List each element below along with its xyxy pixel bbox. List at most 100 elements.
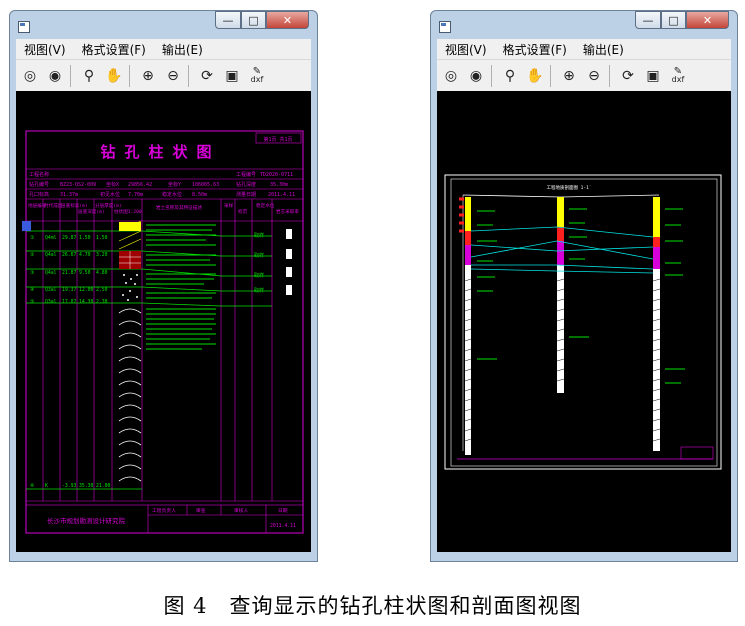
rock-arc [118,344,142,350]
menu-view[interactable]: 视图(V) [445,41,487,58]
column-header: 层底深度(m) [78,208,105,215]
layer-depth: 9.50 [79,270,91,276]
rock-arc [118,356,142,362]
toolbar-separator [70,65,71,87]
layer-id: ③ [30,270,35,276]
footer-label: 日期 [278,508,288,514]
header-cell: 31.37m [60,192,78,198]
app-icon [18,21,30,33]
save-icon[interactable]: ▣ [221,65,243,87]
selection-marker[interactable] [22,221,31,231]
sheet-inner-frame [450,178,718,467]
header-cell: 35.30m [270,182,288,188]
borehole-red [557,227,564,241]
zoom-in-icon[interactable]: ⊕ [137,65,159,87]
regen-icon[interactable]: ⟳ [196,65,218,87]
title-bar[interactable]: — □ ✕ [431,11,737,39]
close-button[interactable]: ✕ [266,11,309,29]
zoom-extents-icon[interactable]: ◎ [440,65,462,87]
menu-format[interactable]: 格式设置(F) [503,41,567,58]
rock-arc [118,332,142,338]
borehole-white [557,265,564,393]
leader-line [141,286,272,292]
export-dxf-icon[interactable]: ✎ dxf [667,65,689,87]
menu-format[interactable]: 格式设置(F) [82,41,146,58]
layer-elev: 26.67 [62,252,77,258]
header-cell: 2011.4.11 [268,192,295,198]
header-cell: 测量日期 [236,191,256,198]
minimize-button[interactable]: — [635,11,661,29]
gravel-dot [129,290,131,292]
layer-id: ⑤ [30,299,35,305]
header-cell: 8.50m [192,192,207,198]
layer-id: ④ [30,287,35,293]
ground-surface [462,194,660,198]
layer-age: K [45,483,48,489]
borehole-yellow [465,197,471,231]
header-cell: 稳定水位 [162,191,182,198]
sheet-frame [444,174,722,470]
layer-elev: 21.87 [62,270,77,276]
zoom-realtime-icon[interactable]: ⚲ [78,65,100,87]
layer-age: Q4al [45,270,57,276]
zoom-out-icon[interactable]: ⊖ [162,65,184,87]
menu-view[interactable]: 视图(V) [24,41,66,58]
sample-label: 取样 [254,287,264,294]
zoom-in-icon[interactable]: ⊕ [558,65,580,87]
gravel-dot [136,296,138,298]
zoom-window-icon[interactable]: ◉ [44,65,66,87]
header-cell: 钻孔深度 [236,181,256,188]
layer-age: Q4al [45,252,57,258]
zoom-window-icon[interactable]: ◉ [465,65,487,87]
borehole-magenta [557,241,564,265]
layer-elev: 29.87 [62,235,77,241]
borehole-log-drawing: 钻 孔 柱 状 图 第1页 共1页 工程名称 工程编号 TD2020-0711 … [22,130,304,534]
layer-id: ② [30,252,35,258]
menu-bar: 视图(V) 格式设置(F) 输出(E) [437,39,731,59]
layer-id: ① [30,235,35,241]
geologic-section-window: — □ ✕ 视图(V) 格式设置(F) 输出(E) ◎ ◉ ⚲ ✋ ⊕ ⊖ ⟳ … [430,10,738,562]
borehole-log-window: — □ ✕ 视图(V) 格式设置(F) 输出(E) ◎ ◉ ⚲ ✋ ⊕ ⊖ ⟳ … [9,10,318,562]
section-title: 工程地质剖面图 1-1′ [546,184,591,191]
toolbar: ◎ ◉ ⚲ ✋ ⊕ ⊖ ⟳ ▣ ✎ dxf [16,59,311,92]
title-block [680,446,714,460]
gravel-dot [134,283,136,285]
borehole-3 [653,197,660,451]
layer-thick: 2.30 [96,299,108,305]
close-button[interactable]: ✕ [686,11,729,29]
maximize-button[interactable]: □ [241,11,266,29]
borehole-red [653,237,660,247]
borehole-1 [465,197,471,455]
save-icon[interactable]: ▣ [642,65,664,87]
layer-depth: 4.70 [79,252,91,258]
export-dxf-label: dxf [250,75,264,84]
zoom-realtime-icon[interactable]: ⚲ [499,65,521,87]
borehole-magenta [465,245,471,265]
title-bar[interactable]: — □ ✕ [10,11,317,39]
zoom-out-icon[interactable]: ⊖ [583,65,605,87]
footer-date: 2011.4.11 [270,523,296,529]
layer-elev: 19.37 [62,287,77,293]
rock-arc [118,404,142,410]
section-drawing: 工程地质剖面图 1-1′ [444,174,722,470]
minimize-button[interactable]: — [215,11,241,29]
gravel-dot [130,278,132,280]
pan-icon[interactable]: ✋ [524,65,546,87]
section-canvas[interactable]: 工程地质剖面图 1-1′ [437,91,731,552]
pan-icon[interactable]: ✋ [103,65,125,87]
rock-arc [118,320,142,326]
menu-export[interactable]: 输出(E) [162,41,203,58]
zoom-extents-icon[interactable]: ◎ [19,65,41,87]
borehole-yellow [653,197,660,237]
lithology-hatch [118,238,142,250]
column-header: 岩土名称及其特征描述 [156,204,202,211]
column-header: 柱状图1:200 [114,208,142,215]
header-cell: TD2020-0711 [260,172,293,178]
log-title: 钻 孔 柱 状 图 [100,143,211,161]
maximize-button[interactable]: □ [661,11,686,29]
borehole-log-canvas[interactable]: 钻 孔 柱 状 图 第1页 共1页 工程名称 工程编号 TD2020-0711 … [16,91,311,552]
regen-icon[interactable]: ⟳ [617,65,639,87]
column-header: 标贯 [238,208,248,215]
export-dxf-icon[interactable]: ✎ dxf [246,65,268,87]
menu-export[interactable]: 输出(E) [583,41,624,58]
